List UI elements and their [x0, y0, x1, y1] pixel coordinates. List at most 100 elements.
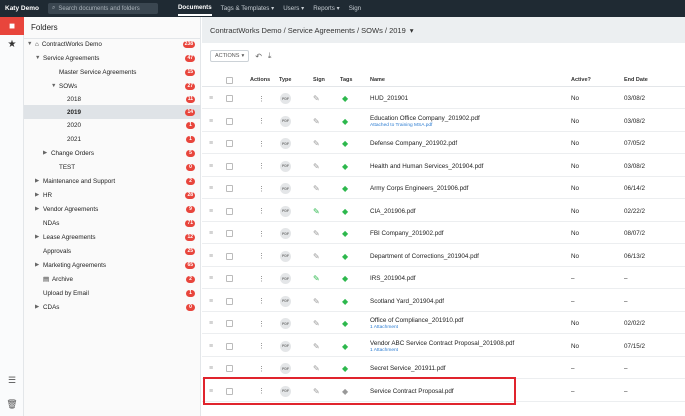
kebab-menu-icon[interactable]: ⋮ — [258, 320, 265, 328]
chevron-right-icon[interactable]: ▶ — [43, 150, 51, 156]
drag-handle-icon[interactable]: ≡ — [209, 298, 213, 305]
tag-icon[interactable]: ◆ — [342, 94, 348, 103]
drag-handle-icon[interactable]: ≡ — [209, 253, 213, 260]
pen-icon[interactable]: ✎ — [313, 162, 320, 171]
pen-icon[interactable]: ✎ — [313, 184, 320, 193]
table-row[interactable]: ≡ ⋮ PDF ✎ ◆ Vendor ABC Service Contract Propo… — [202, 336, 685, 357]
tag-icon[interactable]: ◆ — [342, 117, 348, 126]
row-checkbox[interactable] — [226, 207, 233, 215]
attachment-link[interactable]: Attached to Training MSA.pdf — [370, 123, 432, 128]
table-row[interactable]: ≡ ⋮ PDF ✎ ◆ Education Office Company_201902.p… — [202, 111, 685, 132]
list-icon[interactable]: ☰ — [0, 375, 24, 386]
attachment-link[interactable]: 1 Attachment — [370, 325, 398, 330]
chevron-right-icon[interactable]: ▶ — [35, 262, 43, 268]
tag-icon[interactable]: ◆ — [342, 229, 348, 238]
table-row[interactable]: ≡ ⋮ PDF ✎ ◆ Health and Human Services_201904.… — [202, 156, 685, 177]
tag-icon[interactable]: ◆ — [342, 364, 348, 373]
chevron-right-icon[interactable]: ▶ — [35, 234, 43, 240]
table-row[interactable]: ≡ ⋮ PDF ✎ ◆ Defense Company_201902.pdf No 07/05… — [202, 133, 685, 154]
drag-handle-icon[interactable]: ≡ — [209, 365, 213, 372]
pen-icon[interactable]: ✎ — [313, 364, 320, 373]
tag-icon[interactable]: ◆ — [342, 184, 348, 193]
chevron-down-icon[interactable]: ▼ — [51, 83, 59, 89]
document-name-link[interactable]: IRS_201904.pdf — [370, 275, 416, 282]
folder-item[interactable]: 2018 11 — [24, 92, 201, 106]
folder-item[interactable]: ▤ Archive 2 — [24, 272, 201, 286]
document-name-link[interactable]: Vendor ABC Service Contract Proposal_201… — [370, 340, 514, 347]
trash-icon[interactable]: 🗑 — [0, 399, 24, 410]
table-row[interactable]: ≡ ⋮ PDF ✎ ◆ Secret Service_201911.pdf – – — [202, 358, 685, 379]
table-row[interactable]: ≡ ⋮ PDF ✎ ◆ Department of Corrections_201904.… — [202, 246, 685, 267]
pen-icon[interactable]: ✎ — [313, 319, 320, 328]
kebab-menu-icon[interactable]: ⋮ — [258, 342, 265, 350]
folder-item[interactable]: ▶ HR 28 — [24, 188, 201, 202]
header-end-date[interactable]: End Date — [624, 77, 648, 83]
folder-item[interactable]: ▶ CDAs 0 — [24, 300, 201, 314]
tag-icon[interactable]: ◆ — [342, 342, 348, 351]
chevron-right-icon[interactable]: ▶ — [35, 304, 43, 310]
header-sign[interactable]: Sign — [313, 77, 325, 83]
download-icon[interactable]: ⤓ — [268, 51, 272, 61]
row-checkbox[interactable] — [226, 117, 233, 125]
table-row[interactable]: ≡ ⋮ PDF ✎ ◆ HUD_201901 No 03/08/2 — [202, 88, 685, 109]
actions-button[interactable]: ACTIONS ▾ — [210, 50, 250, 62]
folder-item[interactable]: 2019 14 — [24, 105, 201, 119]
drag-handle-icon[interactable]: ≡ — [209, 95, 213, 102]
document-name-link[interactable]: Scotland Yard_201904.pdf — [370, 298, 444, 305]
row-checkbox[interactable] — [226, 162, 233, 170]
folder-item[interactable]: NDAs 71 — [24, 216, 201, 230]
pen-icon[interactable]: ✎ — [313, 94, 320, 103]
row-checkbox[interactable] — [226, 185, 233, 192]
kebab-menu-icon[interactable]: ⋮ — [258, 95, 265, 103]
pen-icon[interactable]: ✎ — [313, 252, 320, 261]
document-name-link[interactable]: Department of Corrections_201904.pdf — [370, 253, 479, 260]
row-checkbox[interactable] — [226, 95, 233, 102]
nav-link-1[interactable]: Tags & Templates ▾ — [221, 5, 275, 12]
pen-icon[interactable]: ✎ — [313, 297, 320, 306]
tag-icon[interactable]: ◆ — [342, 319, 348, 328]
folder-item[interactable]: TEST 0 — [24, 160, 201, 174]
table-row[interactable]: ≡ ⋮ PDF ✎ ◆ Office of Compliance_201910.pdf 1 … — [202, 313, 685, 334]
tag-icon[interactable]: ◆ — [342, 274, 348, 283]
drag-handle-icon[interactable]: ≡ — [209, 163, 213, 170]
table-row[interactable]: ≡ ⋮ PDF ✎ ◆ FBI Company_201902.pdf No 08/07/2 — [202, 223, 685, 244]
row-checkbox[interactable] — [226, 297, 233, 305]
document-name-link[interactable]: HUD_201901 — [370, 95, 408, 102]
drag-handle-icon[interactable]: ≡ — [209, 230, 213, 237]
chevron-right-icon[interactable]: ▶ — [35, 206, 43, 212]
pen-icon[interactable]: ✎ — [313, 139, 320, 148]
row-checkbox[interactable] — [226, 275, 233, 282]
reply-icon[interactable]: ↶ — [255, 52, 262, 61]
document-name-link[interactable]: Army Corps Engineers_201906.pdf — [370, 185, 468, 192]
folder-item[interactable]: ▼ SOWs 27 — [24, 79, 201, 93]
drag-handle-icon[interactable]: ≡ — [209, 140, 213, 147]
kebab-menu-icon[interactable]: ⋮ — [258, 230, 265, 238]
chevron-down-icon[interactable]: ▾ — [410, 26, 414, 35]
drag-handle-icon[interactable]: ≡ — [209, 320, 213, 327]
chevron-down-icon[interactable]: ▼ — [35, 55, 43, 61]
star-icon[interactable]: ★ — [0, 35, 24, 53]
drag-handle-icon[interactable]: ≡ — [209, 118, 213, 125]
user-name[interactable]: Katy Demo — [0, 5, 44, 12]
folder-item[interactable]: ▶ Marketing Agreements 65 — [24, 258, 201, 272]
header-active[interactable]: Active? — [571, 77, 591, 83]
tag-icon[interactable]: ◆ — [342, 207, 348, 216]
pen-icon[interactable]: ✎ — [313, 117, 320, 126]
table-row[interactable]: ≡ ⋮ PDF ✎ ◆ Scotland Yard_201904.pdf – – — [202, 291, 685, 312]
search-input[interactable]: ⌕ Search documents and folders — [47, 3, 158, 14]
row-checkbox[interactable] — [226, 140, 233, 147]
chevron-down-icon[interactable]: ▼ — [27, 41, 35, 47]
tag-icon[interactable]: ◆ — [342, 162, 348, 171]
document-name-link[interactable]: CIA_201906.pdf — [370, 208, 416, 215]
table-row[interactable]: ≡ ⋮ PDF ✎ ◆ IRS_201904.pdf – – — [202, 268, 685, 289]
header-name[interactable]: Name — [370, 77, 385, 83]
row-checkbox[interactable] — [226, 252, 233, 260]
folder-item[interactable]: Approvals 25 — [24, 244, 201, 258]
folder-item[interactable]: ▶ Vendor Agreements 9 — [24, 202, 201, 216]
kebab-menu-icon[interactable]: ⋮ — [258, 275, 265, 283]
attachment-link[interactable]: 1 Attachment — [370, 348, 398, 353]
header-actions[interactable]: Actions — [250, 77, 270, 83]
document-name-link[interactable]: Defense Company_201902.pdf — [370, 140, 457, 147]
row-checkbox[interactable] — [226, 342, 233, 350]
header-tags[interactable]: Tags — [340, 77, 352, 83]
